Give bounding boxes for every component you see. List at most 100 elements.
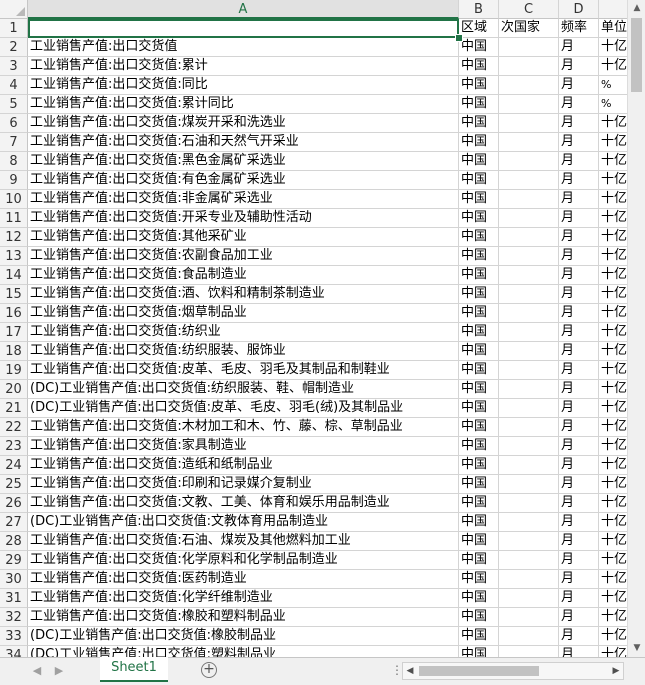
cell-d[interactable]: 月 [559,361,599,380]
cell-b[interactable]: 中国 [459,304,499,323]
vertical-scrollbar[interactable]: ▲ ▼ [627,0,645,657]
row-header[interactable]: 11 [0,209,28,228]
row-header[interactable]: 8 [0,152,28,171]
cell-d[interactable]: 月 [559,323,599,342]
row-header[interactable]: 26 [0,494,28,513]
cell-d[interactable]: 月 [559,589,599,608]
cell-d[interactable]: 月 [559,133,599,152]
row-header[interactable]: 7 [0,133,28,152]
row-header[interactable]: 20 [0,380,28,399]
cell-d[interactable]: 月 [559,57,599,76]
cell-a[interactable]: 工业销售产值:出口交货值:其他采矿业 [28,228,459,247]
cell-a[interactable]: 工业销售产值:出口交货值:农副食品加工业 [28,247,459,266]
cell-e[interactable]: 十亿 [599,285,627,304]
cell-b[interactable]: 中国 [459,608,499,627]
scroll-right-icon[interactable]: ▶ [609,663,623,679]
cell-c[interactable] [499,190,559,209]
cell-e[interactable]: 十亿 [599,190,627,209]
cell-c[interactable] [499,152,559,171]
row-header[interactable]: 32 [0,608,28,627]
cell-e[interactable]: 十亿 [599,304,627,323]
cell-c[interactable] [499,456,559,475]
cell-e[interactable]: 十亿 [599,57,627,76]
cell-c[interactable] [499,76,559,95]
cell-b[interactable]: 中国 [459,247,499,266]
cell-a[interactable]: 工业销售产值:出口交货值:医药制造业 [28,570,459,589]
cell-a[interactable]: 工业销售产值:出口交货值:酒、饮料和精制茶制造业 [28,285,459,304]
scroll-down-icon[interactable]: ▼ [628,640,645,656]
cell-c[interactable] [499,247,559,266]
row-header[interactable]: 1 [0,19,28,38]
row-header[interactable]: 17 [0,323,28,342]
cell-b[interactable]: 中国 [459,285,499,304]
cell-d[interactable]: 月 [559,456,599,475]
cell-c[interactable] [499,57,559,76]
cell-e[interactable]: % [599,76,627,95]
cell-a[interactable]: (DC)工业销售产值:出口交货值:塑料制品业 [28,646,459,657]
cell-c[interactable] [499,304,559,323]
row-header[interactable]: 13 [0,247,28,266]
cell-a[interactable]: 工业销售产值:出口交货值:印刷和记录媒介复制业 [28,475,459,494]
cell-e[interactable]: 十亿 [599,570,627,589]
cell-d[interactable]: 月 [559,114,599,133]
cell-a[interactable]: 工业销售产值:出口交货值:非金属矿采选业 [28,190,459,209]
cell-d[interactable]: 月 [559,152,599,171]
cell-c[interactable] [499,418,559,437]
column-header-e[interactable] [599,0,627,19]
cell-c[interactable] [499,342,559,361]
select-all-corner[interactable] [0,0,28,19]
row-header[interactable]: 5 [0,95,28,114]
scroll-up-icon[interactable]: ▲ [628,0,645,16]
cell-d[interactable]: 月 [559,494,599,513]
cell-a[interactable]: 工业销售产值:出口交货值:纺织业 [28,323,459,342]
cell-a[interactable]: 工业销售产值:出口交货值:纺织服装、服饰业 [28,342,459,361]
column-header-c[interactable]: C [499,0,559,19]
cell-e[interactable]: 十亿 [599,437,627,456]
cell-c[interactable] [499,38,559,57]
cell-c[interactable] [499,228,559,247]
cell-a[interactable]: 工业销售产值:出口交货值:累计 [28,57,459,76]
cell-e1[interactable]: 单位 [599,19,627,38]
cell-c[interactable] [499,171,559,190]
row-header[interactable]: 27 [0,513,28,532]
cell-a[interactable]: 工业销售产值:出口交货值:开采专业及辅助性活动 [28,209,459,228]
cell-b[interactable]: 中国 [459,551,499,570]
cell-a[interactable]: 工业销售产值:出口交货值:石油、煤炭及其他燃料加工业 [28,532,459,551]
cell-e[interactable]: 十亿 [599,494,627,513]
cell-e[interactable]: 十亿 [599,513,627,532]
cell-c[interactable] [499,266,559,285]
row-header[interactable]: 24 [0,456,28,475]
cell-b[interactable]: 中国 [459,437,499,456]
cell-a[interactable]: (DC)工业销售产值:出口交货值:橡胶制品业 [28,627,459,646]
sheet-nav-prev-icon[interactable]: ◀ [30,663,44,679]
cell-a[interactable]: 工业销售产值:出口交货值:烟草制品业 [28,304,459,323]
row-header[interactable]: 23 [0,437,28,456]
cell-b[interactable]: 中国 [459,152,499,171]
cell-a[interactable]: 工业销售产值:出口交货值 [28,38,459,57]
cell-d[interactable]: 月 [559,266,599,285]
cell-b[interactable]: 中国 [459,266,499,285]
row-header[interactable]: 33 [0,627,28,646]
cell-b[interactable]: 中国 [459,361,499,380]
cell-d[interactable]: 月 [559,646,599,657]
row-header[interactable]: 21 [0,399,28,418]
cell-d[interactable]: 月 [559,380,599,399]
cell-a[interactable]: 工业销售产值:出口交货值:木材加工和木、竹、藤、棕、草制品业 [28,418,459,437]
cell-b[interactable]: 中国 [459,532,499,551]
row-header[interactable]: 12 [0,228,28,247]
cell-d[interactable]: 月 [559,342,599,361]
row-header[interactable]: 25 [0,475,28,494]
cell-c[interactable] [499,285,559,304]
cell-b[interactable]: 中国 [459,475,499,494]
cell-a[interactable]: (DC)工业销售产值:出口交货值:文教体育用品制造业 [28,513,459,532]
row-header[interactable]: 28 [0,532,28,551]
cell-e[interactable]: 十亿 [599,133,627,152]
cell-b[interactable]: 中国 [459,380,499,399]
cell-c[interactable] [499,646,559,657]
cell-b[interactable]: 中国 [459,38,499,57]
cell-a[interactable]: (DC)工业销售产值:出口交货值:皮革、毛皮、羽毛(绒)及其制品业 [28,399,459,418]
cell-d[interactable]: 月 [559,228,599,247]
cell-b[interactable]: 中国 [459,57,499,76]
cell-b[interactable]: 中国 [459,133,499,152]
cell-e[interactable]: 十亿 [599,380,627,399]
